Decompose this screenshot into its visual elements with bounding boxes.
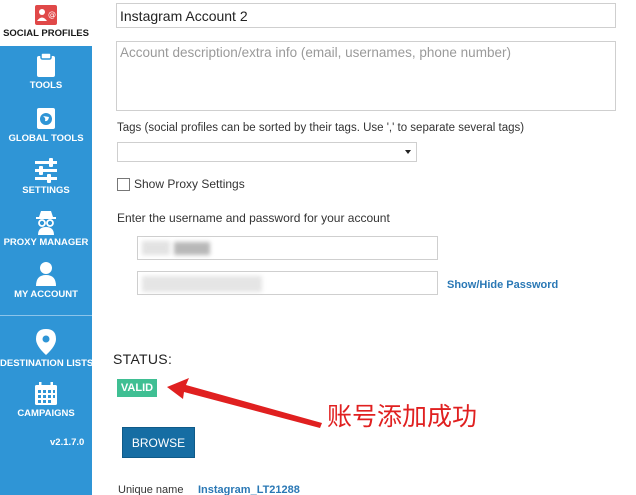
sidebar-item-label: PROXY MANAGER [3, 237, 89, 248]
redacted-username [142, 241, 170, 255]
sidebar-item-destination-lists[interactable]: DESTINATION LISTS [0, 328, 94, 369]
status-label: STATUS: [113, 351, 173, 367]
password-input[interactable] [137, 271, 438, 295]
show-hide-password-link[interactable]: Show/Hide Password [447, 279, 558, 291]
sidebar-item-social-profiles[interactable]: @ SOCIAL PROFILES [0, 0, 92, 46]
svg-text:@: @ [48, 10, 56, 19]
account-description-field[interactable]: Account description/extra info (email, u… [116, 41, 616, 111]
sidebar-item-global-tools[interactable]: GLOBAL TOOLS [0, 105, 92, 144]
sidebar-item-my-account[interactable]: MY ACCOUNT [0, 261, 92, 300]
redacted-password [142, 276, 262, 292]
sidebar: @ SOCIAL PROFILES TOOLS GLOBAL TOOLS SET… [0, 0, 94, 495]
sidebar-item-label: TOOLS [29, 80, 63, 91]
sidebar-item-settings[interactable]: SETTINGS [0, 157, 92, 196]
user-icon [36, 262, 56, 286]
sidebar-item-campaigns[interactable]: CAMPAIGNS [0, 382, 92, 419]
sidebar-divider [0, 315, 92, 316]
account-name-input[interactable]: Instagram Account 2 [116, 3, 616, 28]
sidebar-item-proxy-manager[interactable]: PROXY MANAGER [0, 209, 92, 248]
clipboard-icon [37, 52, 55, 77]
sidebar-item-label: SETTINGS [22, 185, 70, 196]
username-input[interactable] [137, 236, 438, 260]
show-proxy-label: Show Proxy Settings [134, 177, 245, 191]
sidebar-item-label: DESTINATION LISTS [0, 358, 94, 369]
map-pin-icon [36, 329, 56, 355]
tags-select[interactable] [117, 142, 417, 162]
tags-hint: Tags (social profiles can be sorted by t… [117, 122, 525, 134]
sidebar-item-label: GLOBAL TOOLS [8, 133, 84, 144]
redacted-username [174, 242, 210, 255]
sliders-icon [35, 158, 57, 183]
status-badge: VALID [117, 379, 157, 397]
chevron-down-icon [405, 150, 411, 154]
globe-icon [37, 108, 55, 129]
calendar-icon [35, 382, 57, 405]
unique-name-value[interactable]: Instagram_LT21288 [198, 484, 300, 495]
sidebar-item-label: SOCIAL PROFILES [3, 28, 89, 39]
unique-name-label: Unique name [118, 484, 184, 495]
spy-icon [36, 211, 56, 235]
annotation-text: 账号添加成功 [327, 402, 478, 431]
sidebar-item-tools[interactable]: TOOLS [0, 52, 92, 91]
sidebar-item-label: MY ACCOUNT [14, 289, 78, 300]
sidebar-item-label: CAMPAIGNS [17, 408, 75, 419]
browse-button[interactable]: BROWSE [122, 427, 195, 458]
show-proxy-checkbox[interactable] [117, 178, 130, 191]
version-label: v2.1.7.0 [50, 437, 85, 448]
social-profiles-icon: @ [35, 5, 57, 25]
credentials-hint: Enter the username and password for your… [117, 211, 390, 225]
